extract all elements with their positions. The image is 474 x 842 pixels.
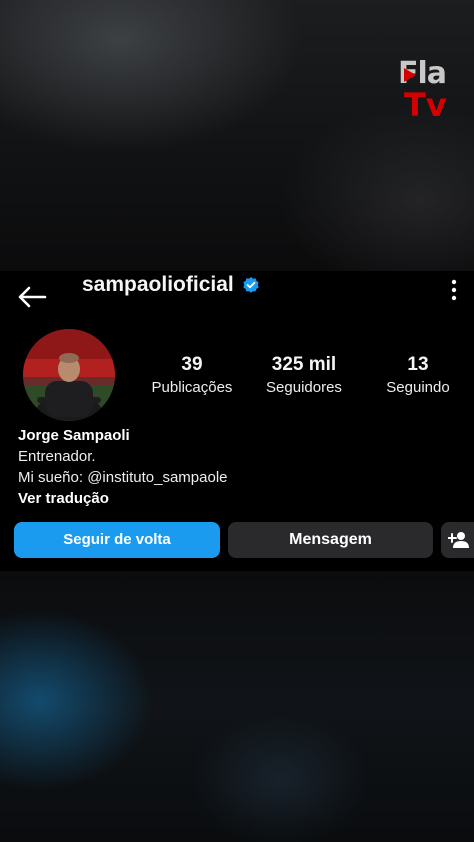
posts-label: Publicações (151, 379, 233, 396)
see-translation-link[interactable]: Ver tradução (18, 488, 109, 510)
bio-line: Entrenador. (18, 448, 96, 465)
stat-following[interactable]: 13 Seguindo (376, 353, 460, 399)
profile-username-row: sampaolioficial (82, 271, 260, 299)
blurred-background-top (0, 0, 474, 271)
posts-count: 39 (181, 354, 203, 375)
avatar[interactable] (23, 329, 115, 421)
back-button[interactable] (16, 283, 48, 311)
more-options-button[interactable] (448, 277, 460, 303)
followers-count: 325 mil (271, 354, 337, 375)
profile-photo (23, 329, 115, 421)
stat-posts[interactable]: 39 Publicações (144, 353, 240, 399)
follow-back-button[interactable]: Seguir de volta (14, 522, 220, 558)
following-label: Seguindo (386, 379, 450, 396)
profile-name: Jorge Sampaoli (18, 427, 130, 444)
followers-label: Seguidores (266, 379, 342, 396)
profile-stats: 39 Publicações 325 mil Seguidores 13 Seg… (140, 353, 460, 403)
play-icon (404, 68, 416, 82)
message-button[interactable]: Mensagem (228, 522, 433, 558)
profile-panel: sampaolioficial 39 Publicações 325 mil S… (0, 271, 474, 571)
following-count: 13 (407, 354, 429, 375)
stat-followers[interactable]: 325 mil Seguidores (256, 353, 352, 399)
watermark-line2: Tv (404, 86, 447, 124)
suggest-people-button[interactable] (441, 522, 474, 558)
verified-badge-icon (243, 277, 259, 293)
username: sampaolioficial (82, 273, 234, 296)
blurred-background-bottom (0, 571, 474, 842)
bio-line[interactable]: Mi sueño: @instituto_sampaole (18, 467, 228, 489)
watermark-logo: Fla Tv (398, 58, 458, 124)
add-person-icon (448, 532, 469, 548)
more-vertical-icon (451, 279, 457, 301)
arrow-left-icon (18, 286, 47, 308)
